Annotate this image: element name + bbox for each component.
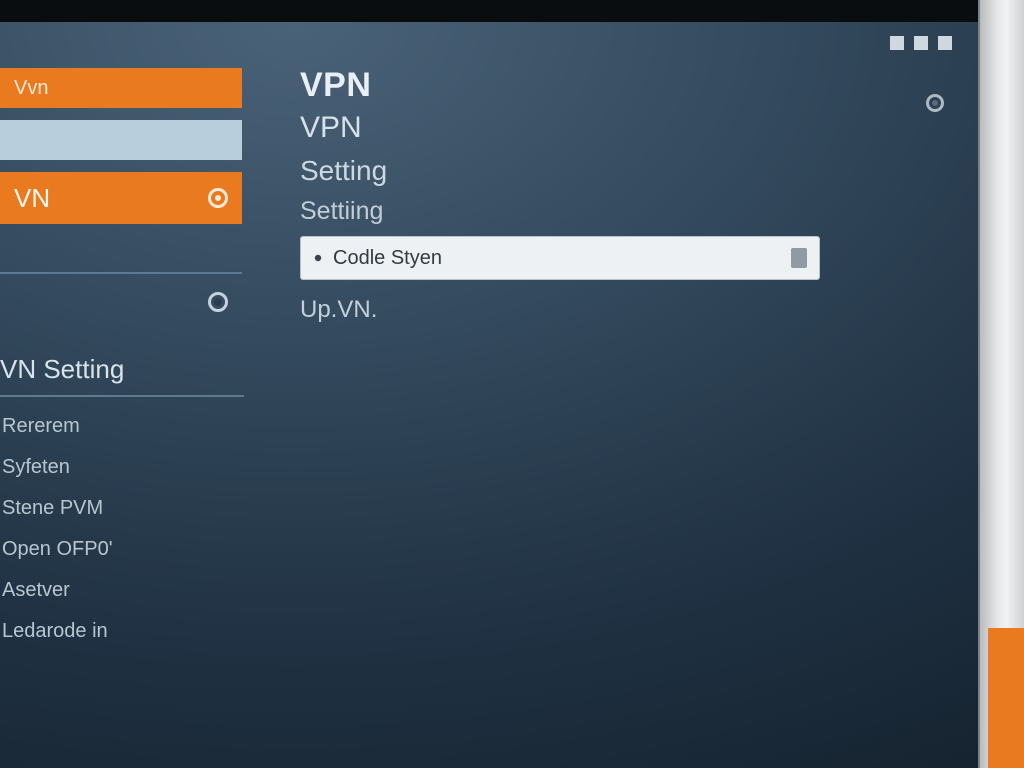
code-input[interactable]: Codle Styen bbox=[300, 236, 820, 280]
sidebar-item-label: VN bbox=[14, 183, 50, 214]
page-subtitle: VPN bbox=[300, 111, 908, 145]
sidebar-item-label: Asetver bbox=[2, 579, 70, 601]
sidebar-item-vvn[interactable]: Vvn bbox=[0, 68, 242, 108]
app-screen: Vvn VN VN Setting Rererem Syfeten Stene … bbox=[0, 0, 982, 768]
sidebar-list: Rererem Syfeten Stene PVM Open OFP0' Ase… bbox=[0, 415, 260, 643]
sidebar-section-title: VN Setting bbox=[0, 354, 244, 397]
field-end-marker-icon bbox=[791, 248, 807, 268]
device-bezel bbox=[978, 0, 1024, 768]
window-close-button[interactable] bbox=[938, 36, 952, 50]
main-panel: VPN VPN Setting Settiing Codle Styen Up.… bbox=[300, 66, 908, 324]
window-minimize-button[interactable] bbox=[890, 36, 904, 50]
radio-icon bbox=[208, 188, 228, 208]
sidebar-item-syfeten[interactable]: Syfeten bbox=[0, 456, 260, 479]
window-maximize-button[interactable] bbox=[914, 36, 928, 50]
sidebar-item-asetver[interactable]: Asetver bbox=[0, 579, 260, 602]
sidebar-item-label: Ledarode in bbox=[2, 620, 108, 642]
code-input-value: Codle Styen bbox=[333, 247, 791, 270]
hint-text: Up.VN. bbox=[300, 296, 908, 324]
section-heading-settiing: Settiing bbox=[300, 197, 908, 226]
radio-icon bbox=[208, 292, 228, 312]
sidebar-divider bbox=[0, 234, 242, 274]
sidebar-item-label: Stene PVM bbox=[2, 497, 103, 519]
section-heading-setting: Setting bbox=[300, 155, 908, 187]
sidebar-item-stene-pvm[interactable]: Stene PVM bbox=[0, 497, 260, 520]
sidebar-item-label: Rererem bbox=[2, 415, 80, 437]
sidebar-item-ledarode-in[interactable]: Ledarode in bbox=[0, 620, 260, 643]
window-controls bbox=[890, 36, 952, 50]
sidebar-item-open-ofp0[interactable]: Open OFP0' bbox=[0, 538, 260, 561]
bezel-accent bbox=[988, 628, 1024, 768]
sidebar: Vvn VN VN Setting Rererem Syfeten Stene … bbox=[0, 62, 260, 643]
page-title: VPN bbox=[300, 66, 908, 105]
status-indicator-icon bbox=[926, 94, 944, 112]
bullet-icon bbox=[313, 253, 323, 263]
sidebar-section-title-label: VN Setting bbox=[0, 354, 124, 384]
sidebar-item-radio[interactable] bbox=[0, 282, 242, 322]
sidebar-item-label: Open OFP0' bbox=[2, 538, 113, 560]
sidebar-item-blank-1[interactable] bbox=[0, 120, 242, 160]
sidebar-item-rererem[interactable]: Rererem bbox=[0, 415, 260, 438]
sidebar-item-label: Syfeten bbox=[2, 456, 70, 478]
sidebar-item-label: Vvn bbox=[14, 77, 48, 100]
sidebar-item-vn[interactable]: VN bbox=[0, 172, 242, 224]
